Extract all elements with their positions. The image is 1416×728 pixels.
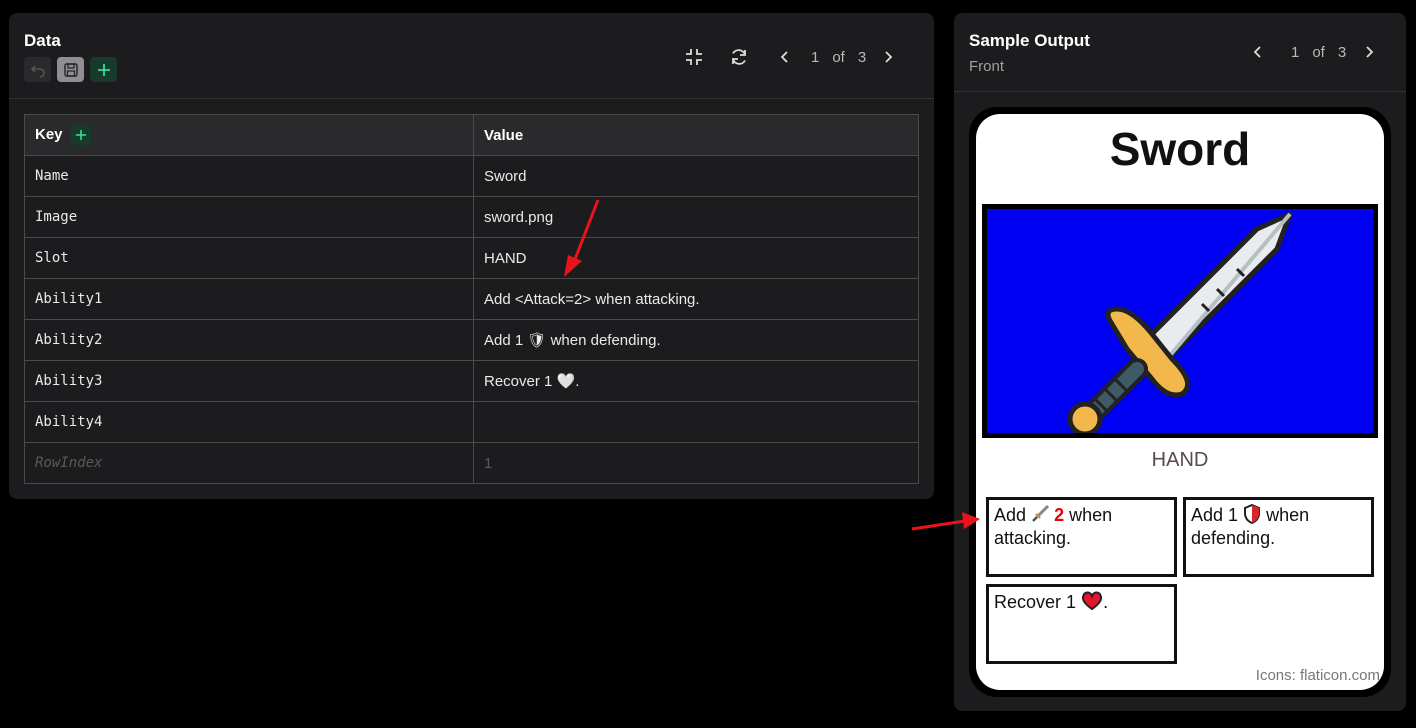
table-row-rowindex: RowIndex 1	[24, 442, 919, 484]
sword-icon	[1032, 504, 1050, 522]
card-title: Sword	[1109, 123, 1251, 175]
refresh-icon	[732, 49, 746, 65]
card-credit: Icons: flaticon.com	[1255, 667, 1380, 684]
chevron-left-icon	[780, 51, 788, 63]
data-toolbar	[24, 57, 117, 82]
data-pager: 1 of 3	[773, 45, 900, 69]
add-key-button[interactable]	[70, 125, 91, 145]
row-value[interactable]: HAND	[473, 237, 919, 279]
minimize-icon	[686, 49, 702, 65]
table-row: Ability4	[24, 401, 919, 443]
row-key[interactable]: Ability2	[24, 319, 474, 361]
save-button[interactable]	[57, 57, 84, 82]
pager-current: 1	[811, 48, 820, 66]
row-value: 1	[473, 442, 919, 484]
row-key[interactable]: Image	[24, 196, 474, 238]
output-panel-title: Sample Output	[969, 31, 1090, 50]
row-value[interactable]	[473, 401, 919, 443]
table-header-row: Key Value	[24, 114, 919, 156]
row-value[interactable]: Sword	[473, 155, 919, 197]
ability-attack-value: 2	[1054, 505, 1065, 525]
sword-icon	[1067, 211, 1293, 437]
prev-page-button[interactable]	[773, 45, 797, 69]
annotation-arrow-icon	[911, 512, 980, 531]
data-table: Key Value Name Sword Image sword.png Slo…	[24, 114, 919, 484]
key-column-header: Key	[24, 114, 474, 156]
row-key: RowIndex	[24, 442, 474, 484]
table-row: Ability3 Recover 1 🤍.	[24, 360, 919, 402]
plus-icon	[97, 63, 110, 76]
undo-button[interactable]	[24, 57, 51, 82]
data-panel: Data 1 of 3 Key Value Name Sword Image s…	[9, 13, 934, 499]
row-key[interactable]: Slot	[24, 237, 474, 279]
heart-icon	[1081, 591, 1103, 611]
pager-of: of	[1312, 43, 1325, 61]
card-ability-1: Add 2 when attacking.	[986, 497, 1177, 577]
card-image	[987, 209, 1373, 437]
add-button[interactable]	[90, 57, 117, 82]
ability-text: Add	[994, 505, 1027, 525]
key-header-label: Key	[35, 125, 63, 143]
row-value[interactable]: Add 1 🛡 when defending.	[473, 319, 919, 361]
ability-text: Recover 1	[994, 592, 1077, 612]
output-header-controls: 1 of 3	[1246, 40, 1381, 64]
pager-of: of	[832, 48, 845, 66]
chevron-right-icon	[1366, 46, 1374, 58]
prev-page-button[interactable]	[1246, 40, 1270, 64]
ability-text: Add 1	[1191, 505, 1239, 525]
save-icon	[63, 62, 78, 77]
data-panel-title: Data	[24, 31, 61, 50]
output-panel-subtitle: Front	[969, 58, 1005, 75]
row-key[interactable]: Ability3	[24, 360, 474, 402]
undo-icon	[30, 64, 45, 78]
next-page-button[interactable]	[876, 45, 900, 69]
row-value[interactable]: Recover 1 🤍.	[473, 360, 919, 402]
pager-current: 1	[1291, 43, 1300, 61]
row-value[interactable]: Add <Attack=2> when attacking.	[473, 278, 919, 320]
table-row: Ability1 Add <Attack=2> when attacking.	[24, 278, 919, 320]
output-pager: 1 of 3	[1246, 40, 1381, 64]
card-face: Sword HAND Add 2 when attacking. Add 1 w…	[976, 114, 1384, 690]
card-ability-2: Add 1 when defending.	[1183, 497, 1374, 577]
plus-icon	[75, 129, 86, 141]
card-slot: HAND	[1151, 449, 1209, 471]
pager-total: 3	[857, 48, 867, 66]
output-panel: Sample Output Front 1 of 3 Sword HAND Ad…	[954, 13, 1406, 711]
chevron-left-icon	[1253, 46, 1261, 58]
refresh-button[interactable]	[727, 45, 751, 69]
card-ability-3: Recover 1 .	[986, 584, 1177, 664]
row-key[interactable]: Ability4	[24, 401, 474, 443]
shield-icon	[1244, 503, 1261, 525]
next-page-button[interactable]	[1357, 40, 1381, 64]
ability-text: .	[1103, 592, 1109, 612]
value-column-header: Value	[473, 114, 919, 156]
table-row: Slot HAND	[24, 237, 919, 279]
row-key[interactable]: Name	[24, 155, 474, 197]
table-row: Image sword.png	[24, 196, 919, 238]
annotation-arrow-icon	[564, 199, 600, 277]
data-panel-header: Data 1 of 3	[9, 13, 934, 99]
data-header-controls: 1 of 3	[682, 45, 900, 69]
card-preview: Sword HAND Add 2 when attacking. Add 1 w…	[969, 107, 1391, 697]
table-row: Ability2 Add 1 🛡 when defending.	[24, 319, 919, 361]
chevron-right-icon	[885, 51, 893, 63]
minimize-button[interactable]	[682, 45, 706, 69]
card-image-frame	[982, 204, 1378, 438]
output-panel-header: Sample Output Front 1 of 3	[954, 13, 1406, 92]
table-row: Name Sword	[24, 155, 919, 197]
pager-total: 3	[1337, 43, 1347, 61]
row-key[interactable]: Ability1	[24, 278, 474, 320]
row-value[interactable]: sword.png	[473, 196, 919, 238]
